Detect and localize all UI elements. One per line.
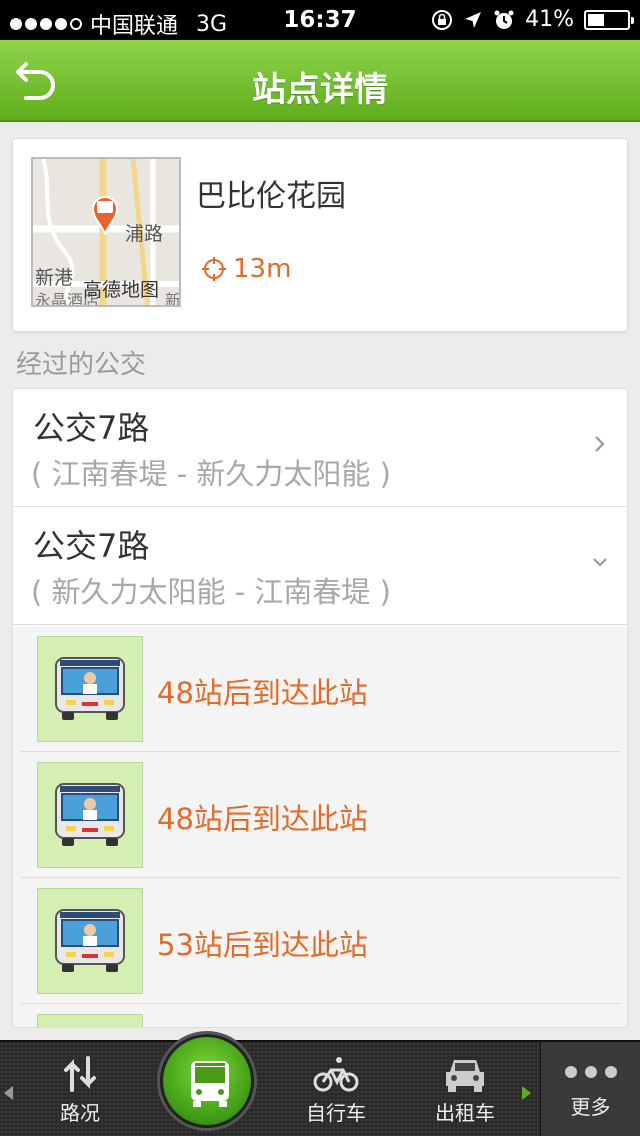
car-icon (446, 1060, 484, 1092)
arrival-text: 48站后到达此站 (157, 802, 368, 836)
scroll-left-icon[interactable] (4, 1086, 13, 1100)
arrival-text: 48站后到达此站 (157, 676, 368, 710)
bicycle-icon (313, 1057, 359, 1092)
distance-value: 13m (233, 254, 292, 284)
bus-icon (37, 1014, 143, 1027)
tab-label: 出租车 (435, 1101, 495, 1125)
tab-bar: 路况 自行车 出租车 更多 (0, 1040, 640, 1136)
route-item[interactable]: 公交7路 ( 新久力太阳能 - 江南春堤 ) (13, 507, 627, 625)
traffic-icon (64, 1056, 96, 1092)
map-edge-label: 新 (165, 291, 181, 307)
tab-label: 路况 (60, 1101, 100, 1125)
map-attribution: 高德地图 (83, 279, 160, 301)
route-name: 公交7路 (33, 527, 150, 565)
route-list: 公交7路 ( 江南春堤 - 新久力太阳能 ) 公交7路 ( 新久力太阳能 - 江… (12, 388, 628, 1028)
route-direction: ( 江南春堤 - 新久力太阳能 ) (31, 457, 391, 491)
nav-bar: 站点详情 (0, 40, 640, 122)
bus-icon (37, 762, 143, 868)
tab-bike[interactable]: 自行车 (276, 1042, 396, 1136)
page-title: 站点详情 (252, 70, 388, 110)
more-dots-icon (564, 1066, 617, 1078)
bus-icon (191, 1061, 229, 1107)
battery-percent: 41% (525, 7, 574, 32)
map-area-label: 新港 (35, 267, 74, 289)
station-name: 巴比伦花园 (196, 179, 346, 214)
chevron-right-icon (595, 436, 605, 452)
arrival-text: 53站后到达此站 (157, 928, 368, 962)
tab-label: 更多 (570, 1095, 611, 1119)
section-label: 经过的公交 (16, 350, 147, 380)
route-name: 公交7路 (33, 409, 150, 447)
bus-tab-button[interactable] (160, 1034, 254, 1128)
route-direction: ( 新久力太阳能 - 江南春堤 ) (31, 575, 391, 609)
arrival-item[interactable]: 53站后到达此站 (21, 878, 621, 1004)
arrival-item[interactable]: 48站后到达此站 (21, 752, 621, 878)
tab-label: 自行车 (306, 1101, 366, 1125)
tab-traffic[interactable]: 路况 (20, 1042, 140, 1136)
station-distance: 13m (201, 254, 291, 284)
tab-taxi[interactable]: 出租车 (405, 1042, 525, 1136)
status-bar: 中国联通 3G 16:37 41% (0, 0, 640, 40)
alarm-icon (494, 10, 514, 29)
map-thumbnail[interactable]: 浦路 新港 永晶酒店 高德地图 新 (31, 157, 181, 307)
map-road-label: 浦路 (125, 223, 164, 245)
bus-icon (37, 636, 143, 742)
scroll-right-icon[interactable] (522, 1086, 531, 1100)
rotation-lock-icon (432, 9, 453, 30)
station-card: 浦路 新港 永晶酒店 高德地图 新 巴比伦花园 13m (12, 138, 628, 332)
route-item[interactable]: 公交7路 ( 江南春堤 - 新久力太阳能 ) (13, 389, 627, 507)
tab-more[interactable]: 更多 (540, 1042, 640, 1136)
chevron-down-icon (593, 558, 607, 567)
location-icon (465, 11, 482, 28)
bus-icon (37, 888, 143, 994)
crosshair-icon (202, 257, 226, 281)
arrival-list: 48站后到达此站 48站后到达此站 53站后到达此站 (13, 626, 627, 1027)
battery-icon (584, 9, 634, 30)
arrival-item[interactable]: 48站后到达此站 (21, 626, 621, 752)
arrival-item[interactable] (21, 1004, 621, 1027)
